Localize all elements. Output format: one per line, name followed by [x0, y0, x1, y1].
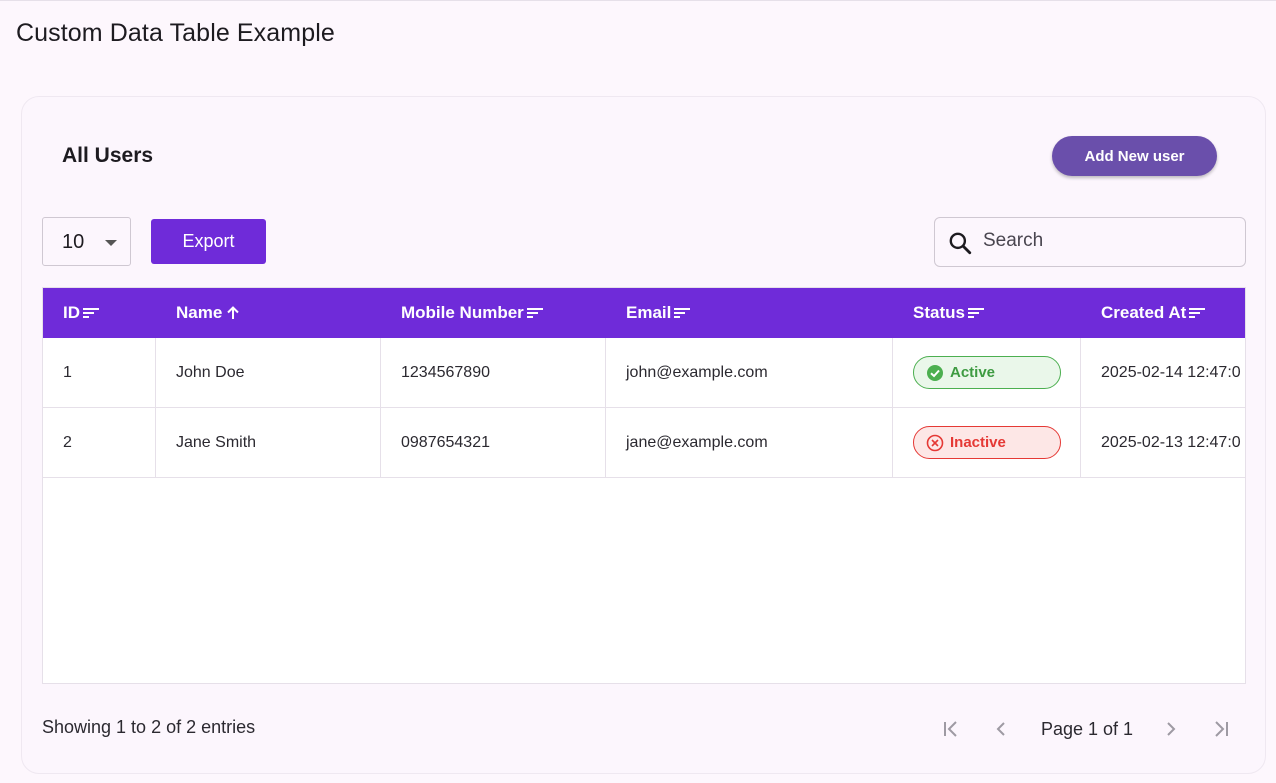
cell-name: Jane Smith	[156, 408, 381, 477]
column-header-id[interactable]: ID	[63, 288, 100, 338]
status-badge: Active	[913, 356, 1061, 389]
sort-icon	[967, 308, 984, 318]
first-page-button[interactable]	[934, 715, 968, 743]
column-header-label: Created At	[1101, 303, 1187, 322]
app-title: Custom Data Table Example	[16, 19, 335, 47]
cell-name: John Doe	[156, 338, 381, 407]
column-header-status[interactable]: Status	[913, 288, 985, 338]
previous-page-button[interactable]	[984, 715, 1018, 743]
table-row[interactable]: 2 Jane Smith 0987654321 jane@example.com…	[43, 408, 1245, 478]
card-title: All Users	[62, 144, 154, 167]
last-page-button[interactable]	[1204, 715, 1238, 743]
first-page-icon	[944, 721, 957, 737]
column-header-label: Mobile Number	[401, 303, 524, 322]
column-header-mobile-number[interactable]: Mobile Number	[401, 288, 544, 338]
cell-id: 1	[43, 338, 156, 407]
status-label: Inactive	[950, 434, 1006, 451]
entries-summary: Showing 1 to 2 of 2 entries	[42, 717, 256, 737]
cell-created-at: 2025-02-13 12:47:0	[1101, 433, 1241, 451]
page-indicator: Page 1 of 1	[1032, 715, 1142, 743]
last-page-icon	[1215, 721, 1228, 737]
add-new-user-button[interactable]: Add New user	[1052, 136, 1217, 176]
table-row[interactable]: 1 John Doe 1234567890 john@example.com A…	[43, 338, 1245, 408]
sort-icon	[83, 308, 99, 318]
status-badge: Inactive	[913, 426, 1061, 459]
cell-status: Inactive	[893, 408, 1081, 477]
cell-id: 2	[43, 408, 156, 477]
sort-ascending-arrow-icon	[227, 306, 240, 319]
cell-email: john@example.com	[606, 338, 893, 407]
cell-mobile: 0987654321	[381, 408, 606, 477]
sort-icon	[526, 308, 543, 318]
export-button[interactable]: Export	[151, 219, 266, 264]
sort-icon	[1189, 308, 1206, 318]
top-divider	[0, 0, 1276, 1]
column-header-email[interactable]: Email	[626, 288, 691, 338]
users-table: ID Name Mobile Number Email Status Creat…	[42, 287, 1246, 684]
cancel-circle-icon	[926, 434, 944, 451]
page-label: Page 1 of 1	[1040, 718, 1134, 739]
search-icon	[949, 232, 972, 255]
cell-status: Active	[893, 338, 1081, 407]
page-size-value: 10	[62, 231, 85, 253]
column-header-label: Status	[913, 303, 965, 322]
next-page-button[interactable]	[1154, 715, 1188, 743]
search-input[interactable]	[983, 224, 1233, 258]
sort-icon	[674, 308, 691, 318]
column-header-label: ID	[63, 303, 80, 322]
column-header-name[interactable]: Name	[176, 288, 242, 338]
search-field[interactable]	[934, 217, 1246, 267]
cell-created-at: 2025-02-14 12:47:0	[1101, 363, 1241, 381]
status-label: Active	[950, 364, 996, 381]
table-header: ID Name Mobile Number Email Status Creat…	[43, 288, 1245, 338]
chevron-left-icon	[996, 722, 1005, 736]
chevron-right-icon	[1167, 722, 1176, 736]
page-size-select[interactable]: 10	[42, 217, 131, 266]
column-header-label: Name	[176, 303, 223, 322]
cell-mobile: 1234567890	[381, 338, 606, 407]
cell-email: jane@example.com	[606, 408, 893, 477]
users-card: All Users Add New user 10 Export ID Name…	[21, 96, 1266, 774]
column-header-created-at[interactable]: Created At	[1101, 288, 1206, 338]
column-header-label: Email	[626, 303, 672, 322]
check-circle-icon	[927, 364, 943, 381]
dropdown-caret-icon	[105, 240, 117, 246]
